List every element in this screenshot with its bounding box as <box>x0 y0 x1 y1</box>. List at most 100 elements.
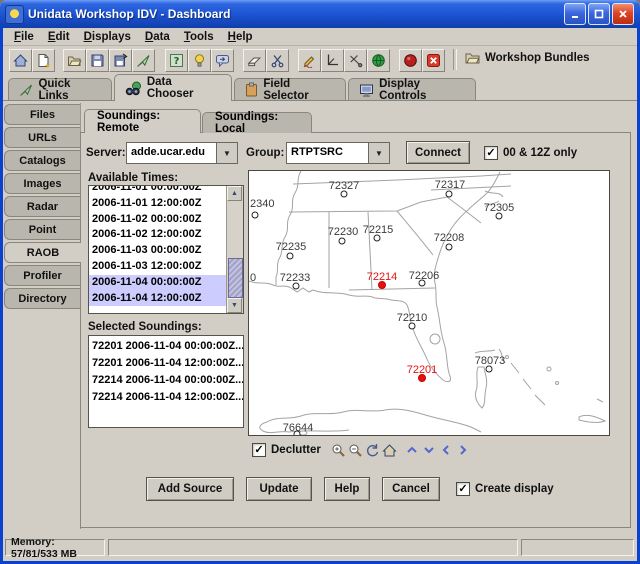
checkbox-checked-icon[interactable]: ✓ <box>456 482 470 496</box>
station-marker[interactable] <box>418 374 426 382</box>
checkbox-checked-icon[interactable]: ✓ <box>484 146 498 160</box>
zoom-in-icon[interactable] <box>330 442 346 458</box>
sidebar-item[interactable]: Directory <box>4 288 80 309</box>
workshop-bundles[interactable]: Workshop Bundles <box>465 51 590 64</box>
reset-rotate-icon[interactable] <box>364 442 380 458</box>
close-icon[interactable] <box>612 3 634 25</box>
sounding-list-item[interactable]: 72214 2006-11-04 00:00:00Z... <box>89 372 243 389</box>
sidebar-item[interactable]: Radar <box>4 196 80 217</box>
station-marker[interactable] <box>341 191 348 198</box>
sidebar-item[interactable]: Profiler <box>4 265 80 286</box>
station-marker[interactable] <box>293 283 300 290</box>
sounding-list-item[interactable]: 72201 2006-11-04 00:00:00Z... <box>89 338 243 355</box>
z-only-checkbox-row[interactable]: ✓ 00 & 12Z only <box>484 146 577 160</box>
tab-display-controls[interactable]: Display Controls <box>348 78 476 100</box>
station-label[interactable]: 72317 <box>435 179 466 191</box>
time-list-item[interactable]: 2006-11-01 00:00:00Z <box>89 185 227 196</box>
tab-quick-links[interactable]: Quick Links <box>8 78 112 100</box>
pan-down-icon[interactable] <box>421 442 437 458</box>
plot-icon[interactable] <box>321 49 344 72</box>
pan-up-icon[interactable] <box>404 442 420 458</box>
help-button[interactable]: Help <box>324 477 370 501</box>
home-view-icon[interactable] <box>381 442 397 458</box>
tip-icon[interactable] <box>188 49 211 72</box>
drafting-icon[interactable] <box>344 49 367 72</box>
times-scrollbar[interactable]: ▲ ▼ <box>226 186 243 313</box>
zoom-out-icon[interactable] <box>347 442 363 458</box>
station-marker[interactable] <box>378 281 386 289</box>
station-marker[interactable] <box>419 280 426 287</box>
update-button[interactable]: Update <box>246 477 312 501</box>
station-marker[interactable] <box>409 323 416 330</box>
checkbox-checked-icon[interactable]: ✓ <box>252 443 266 457</box>
new-bundle-icon[interactable] <box>32 49 55 72</box>
time-list-item[interactable]: 2006-11-04 12:00:00Z <box>89 291 227 307</box>
time-list-item[interactable]: 2006-11-01 12:00:00Z <box>89 196 227 212</box>
exit-icon[interactable] <box>422 49 445 72</box>
station-marker[interactable] <box>486 366 493 373</box>
menu-item[interactable]: Tools <box>177 30 221 44</box>
time-list-item[interactable]: 2006-11-04 00:00:00Z <box>89 275 227 291</box>
support-icon[interactable] <box>211 49 234 72</box>
group-combo[interactable]: RTPTSRC ▼ <box>286 142 390 164</box>
available-times-list[interactable]: 2006-11-01 00:00:00Z2006-11-01 12:00:00Z… <box>88 185 244 314</box>
chevron-down-icon[interactable]: ▼ <box>216 143 237 163</box>
edit-icon[interactable] <box>298 49 321 72</box>
open-bundle-icon[interactable] <box>63 49 86 72</box>
sidebar-item[interactable]: Point <box>4 219 80 240</box>
menu-item[interactable]: File <box>7 30 41 44</box>
station-label[interactable]: 72230 <box>328 226 359 238</box>
tab-soundings-local[interactable]: Soundings: Local <box>202 112 312 133</box>
scroll-up-icon[interactable]: ▲ <box>227 186 242 201</box>
server-combo[interactable]: adde.ucar.edu ▼ <box>126 142 238 164</box>
station-marker[interactable] <box>446 244 453 251</box>
station-label-partial[interactable]: 2340 <box>250 198 274 210</box>
server-value[interactable]: adde.ucar.edu <box>127 143 216 163</box>
cancel-button[interactable]: Cancel <box>382 477 440 501</box>
add-source-button[interactable]: Add Source <box>146 477 234 501</box>
stop-loads-icon[interactable] <box>399 49 422 72</box>
help-icon[interactable]: ? <box>165 49 188 72</box>
station-map[interactable]: 7232772317723057223072215722087223572233… <box>248 170 610 436</box>
declutter-checkbox-row[interactable]: ✓ Declutter <box>252 443 321 457</box>
cut-icon[interactable] <box>266 49 289 72</box>
sidebar-item[interactable]: RAOB <box>4 242 81 263</box>
station-marker[interactable] <box>374 235 381 242</box>
station-marker[interactable] <box>287 253 294 260</box>
time-list-item[interactable]: 2006-11-02 12:00:00Z <box>89 227 227 243</box>
station-label[interactable]: 72235 <box>276 241 307 253</box>
tab-data-chooser[interactable]: Data Chooser <box>114 74 232 101</box>
connect-button[interactable]: Connect <box>406 141 470 164</box>
minimize-icon[interactable] <box>564 3 586 25</box>
sidebar-item[interactable]: Files <box>4 104 80 125</box>
group-value[interactable]: RTPTSRC <box>287 143 368 163</box>
menu-item[interactable]: Data <box>138 30 177 44</box>
menu-item[interactable]: Edit <box>41 30 77 44</box>
sidebar-item[interactable]: Catalogs <box>4 150 80 171</box>
save-icon[interactable] <box>86 49 109 72</box>
menu-item[interactable]: Displays <box>77 30 138 44</box>
quick-links-icon[interactable] <box>132 49 155 72</box>
create-display-checkbox-row[interactable]: ✓ Create display <box>456 482 554 496</box>
station-label[interactable]: 72208 <box>434 232 465 244</box>
scrollbar-thumb[interactable] <box>228 258 243 298</box>
sounding-list-item[interactable]: 72201 2006-11-04 12:00:00Z... <box>89 355 243 372</box>
selected-soundings-list[interactable]: 72201 2006-11-04 00:00:00Z...72201 2006-… <box>88 335 244 428</box>
station-label-partial[interactable]: 0 <box>250 272 256 284</box>
station-marker[interactable] <box>496 213 503 220</box>
sidebar-item[interactable]: URLs <box>4 127 80 148</box>
sounding-list-item[interactable]: 72214 2006-11-04 12:00:00Z... <box>89 389 243 406</box>
maximize-icon[interactable] <box>588 3 610 25</box>
time-list-item[interactable]: 2006-11-03 00:00:00Z <box>89 243 227 259</box>
tab-field-selector[interactable]: Field Selector <box>234 78 346 100</box>
save-as-icon[interactable] <box>109 49 132 72</box>
station-marker[interactable] <box>446 191 453 198</box>
menu-item[interactable]: Help <box>221 30 260 44</box>
pan-right-icon[interactable] <box>455 442 471 458</box>
tab-soundings-remote[interactable]: Soundings: Remote <box>84 109 201 133</box>
time-list-item[interactable]: 2006-11-03 12:00:00Z <box>89 259 227 275</box>
chevron-down-icon[interactable]: ▼ <box>368 143 389 163</box>
globe-icon[interactable] <box>367 49 390 72</box>
sidebar-item[interactable]: Images <box>4 173 80 194</box>
station-marker[interactable] <box>252 212 259 219</box>
